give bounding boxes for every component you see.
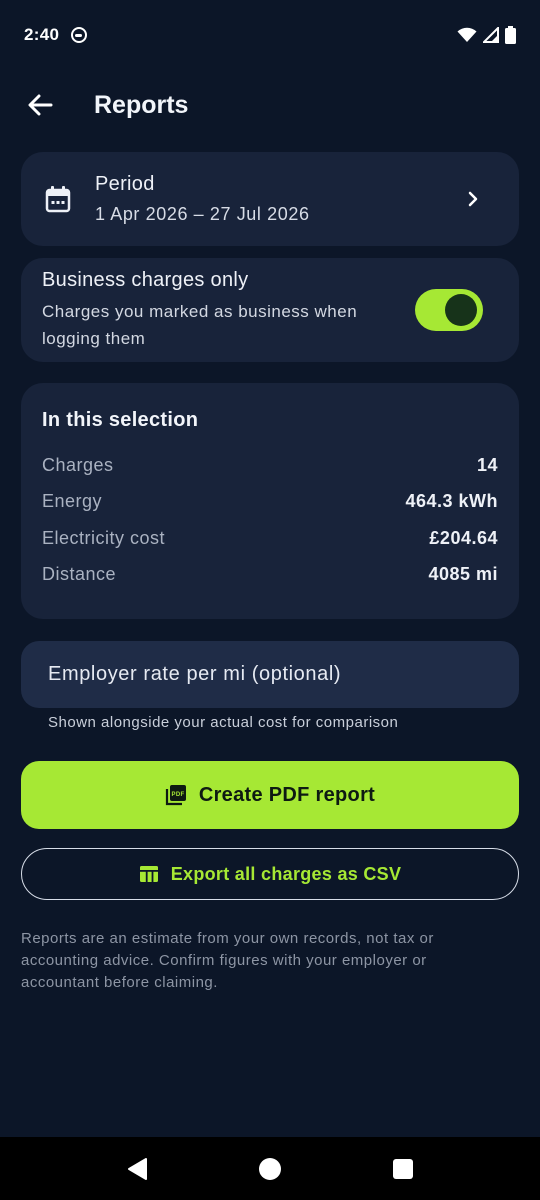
employer-rate-helper: Shown alongside your actual cost for com… (48, 714, 399, 731)
circle-home-icon (258, 1157, 281, 1180)
employer-rate-input[interactable]: Employer rate per mi (optional) (21, 641, 519, 708)
square-recents-icon (393, 1158, 414, 1179)
chevron-right-icon (465, 189, 481, 209)
summary-value: 14 (476, 454, 498, 475)
summary-label: Distance (42, 563, 117, 584)
summary-value: £204.64 (429, 527, 498, 548)
period-selector[interactable]: Period 1 Apr 2026 – 27 Jul 2026 (21, 152, 519, 246)
nav-recents-button[interactable] (381, 1147, 425, 1191)
disclaimer-text: Reports are an estimate from your own re… (21, 930, 434, 991)
calendar-icon (44, 185, 72, 213)
wifi-icon (457, 27, 477, 42)
nav-home-button[interactable] (248, 1147, 292, 1191)
business-only-toggle[interactable] (415, 289, 483, 331)
status-bar: 2:40 (0, 0, 540, 70)
status-time: 2:40 (24, 25, 60, 44)
arrow-back-icon (28, 94, 53, 116)
summary-label: Charges (42, 454, 114, 475)
export-csv-label: Export all charges as CSV (170, 863, 402, 884)
system-navigation-bar (0, 1137, 540, 1200)
create-pdf-button[interactable]: PDF Create PDF report (21, 761, 519, 829)
back-button[interactable] (10, 75, 70, 135)
period-label: Period (95, 173, 155, 195)
business-filter-title: Business charges only (42, 268, 249, 291)
period-text: Period 1 Apr 2026 – 27 Jul 2026 (95, 173, 310, 225)
svg-text:PDF: PDF (171, 792, 184, 798)
triangle-back-icon (127, 1157, 147, 1180)
notification-icon (71, 27, 88, 43)
signal-icon (483, 27, 499, 43)
nav-back-button[interactable] (115, 1147, 159, 1191)
summary-value: 464.3 kWh (405, 490, 498, 511)
summary-label: Energy (42, 490, 103, 511)
period-value: 1 Apr 2026 – 27 Jul 2026 (95, 204, 310, 224)
toggle-knob (445, 294, 477, 326)
employer-rate-placeholder: Employer rate per mi (optional) (48, 663, 342, 685)
summary-value: 4085 mi (428, 563, 498, 584)
business-filter-text: Business charges only Charges you marked… (42, 269, 372, 352)
summary-row-energy: Energy 464.3 kWh (42, 488, 498, 514)
app-bar: Reports (0, 70, 540, 140)
create-pdf-label: Create PDF report (198, 783, 376, 806)
summary-row-charges: Charges 14 (42, 452, 498, 478)
export-csv-button[interactable]: Export all charges as CSV (21, 848, 519, 900)
summary-row-cost: Electricity cost £204.64 (42, 525, 498, 551)
pdf-icon: PDF (165, 785, 186, 806)
page-title: Reports (94, 90, 189, 119)
summary-label: Electricity cost (42, 527, 166, 548)
selection-summary-card: In this selection Charges 14 Energy 464.… (21, 383, 519, 619)
summary-row-distance: Distance 4085 mi (42, 561, 498, 587)
business-filter-subtitle: Charges you marked as business when logg… (42, 301, 358, 348)
table-icon (139, 866, 158, 882)
battery-icon (505, 26, 516, 44)
business-filter-card: Business charges only Charges you marked… (21, 258, 519, 362)
status-icons (457, 26, 516, 44)
summary-title: In this selection (42, 409, 199, 431)
